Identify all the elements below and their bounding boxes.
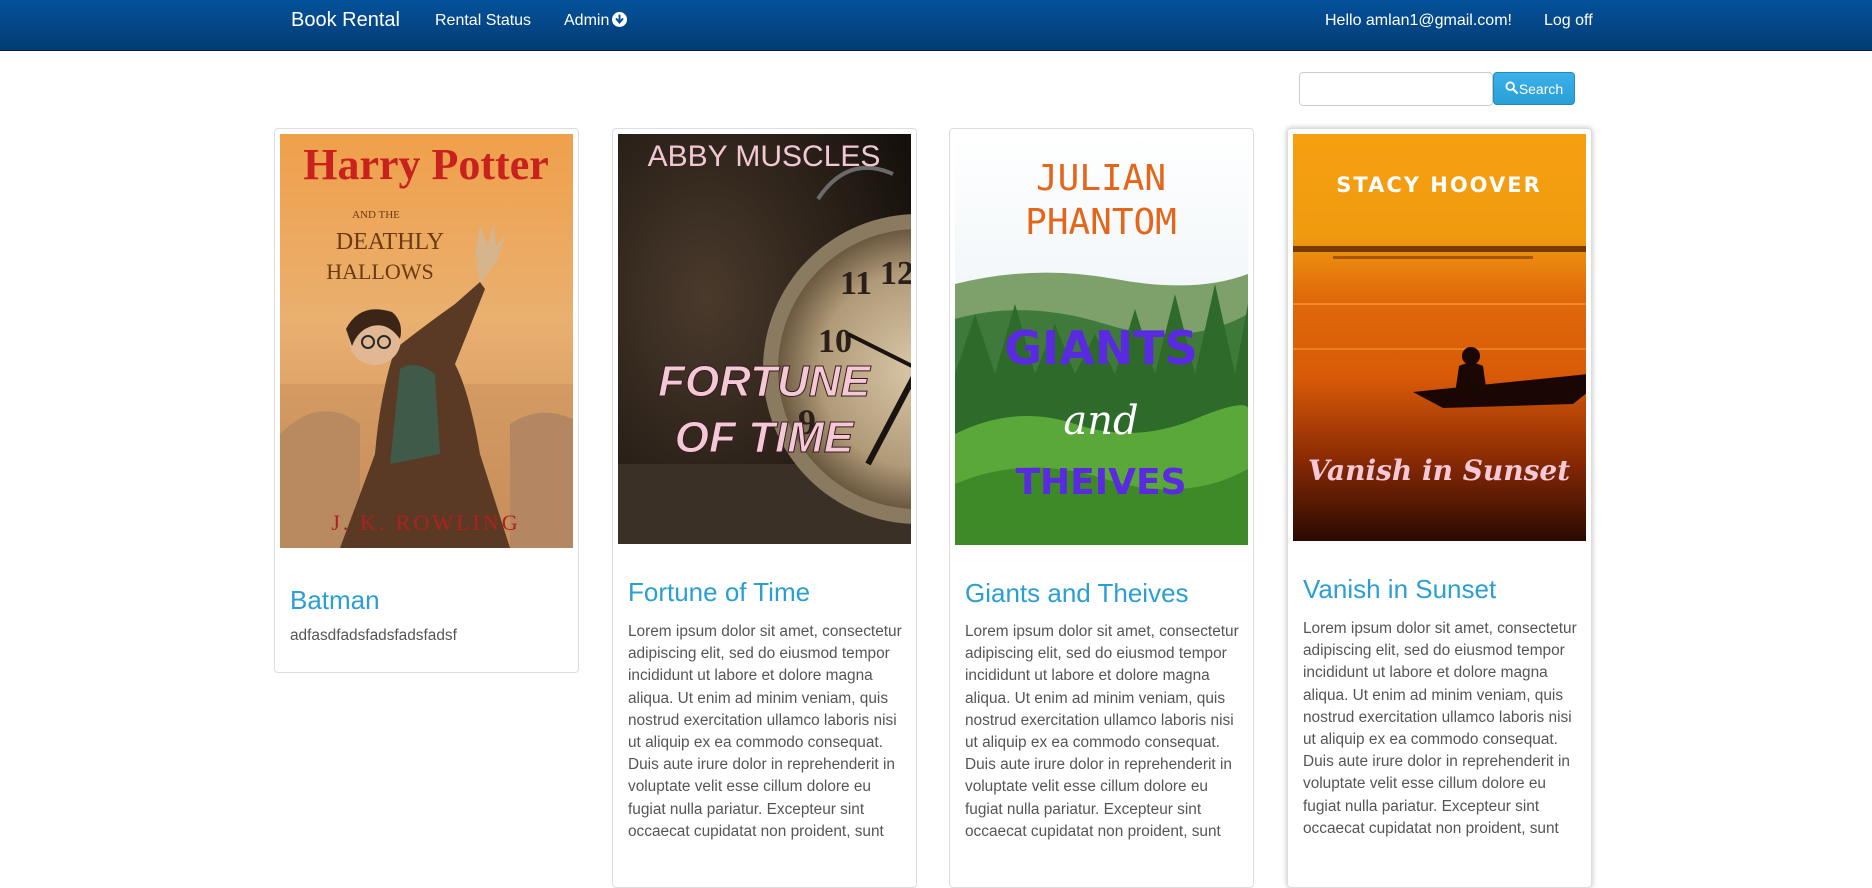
search-button[interactable]: Search [1493,72,1575,105]
svg-text:12: 12 [880,255,911,292]
book-title[interactable]: Giants and Theives [965,578,1189,609]
book-card-giants-and-theives: JULIAN PHANTOM GIANTS and THEIVES Giants… [949,128,1254,888]
book-description: Lorem ipsum dolor sit amet, consectetur … [628,623,902,840]
search-icon [1505,80,1518,97]
book-cover-image[interactable]: STACY HOOVER Vanish in Sunset [1293,134,1586,541]
book-card-fortune-of-time: 11 12 10 9 ABBY MUSCLES FORTUNE OF TIME … [612,128,917,888]
cover-author-text: ABBY MUSCLES [648,140,881,173]
cover-title-text: Harry Potter [303,140,549,189]
chevron-down-circle-icon [612,12,628,27]
cover-title-text: FORTUNE [658,357,872,406]
cover-author-text: J. K. ROWLING [331,510,520,535]
book-title[interactable]: Vanish in Sunset [1303,574,1496,605]
cover-author-text: STACY HOOVER [1336,173,1541,197]
search-input[interactable] [1299,72,1493,106]
svg-text:10: 10 [818,323,852,360]
nav-admin-dropdown[interactable]: Admin [564,12,628,30]
book-title[interactable]: Batman [290,585,380,616]
book-cover-image[interactable]: JULIAN PHANTOM GIANTS and THEIVES [955,134,1248,545]
nav-user-greeting[interactable]: Hello amlan1@gmail.com! [1325,12,1512,30]
cover-author-text: JULIAN [1036,158,1166,199]
svg-text:11: 11 [840,265,872,302]
book-card-batman: Harry Potter AND THE DEATHLY HALLOWS J. … [274,128,579,673]
cover-title-text: and [1063,398,1138,444]
nav-admin-label: Admin [564,12,610,29]
cover-title-text: HALLOWS [326,259,434,284]
nav-logoff[interactable]: Log off [1544,12,1593,30]
book-cover-image[interactable]: Harry Potter AND THE DEATHLY HALLOWS J. … [280,134,573,548]
brand-link[interactable]: Book Rental [291,9,400,32]
book-description: Lorem ipsum dolor sit amet, consectetur … [1303,620,1577,837]
book-description: Lorem ipsum dolor sit amet, consectetur … [965,623,1239,840]
top-navbar: Book Rental Rental Status Admin Hello am… [0,0,1872,51]
book-description: adfasdfadsfadsfadsfadsf [290,627,457,644]
cover-title-text: Vanish in Sunset [1308,454,1570,487]
cover-title-text: DEATHLY [336,229,444,255]
book-title[interactable]: Fortune of Time [628,577,810,608]
search-button-label: Search [1518,80,1564,97]
cover-title-text: OF TIME [675,413,855,462]
book-cover-image[interactable]: 11 12 10 9 ABBY MUSCLES FORTUNE OF TIME [618,134,911,544]
nav-rental-status[interactable]: Rental Status [435,12,531,30]
cover-title-text: AND THE [352,209,400,221]
cover-title-text: THEIVES [1015,462,1186,503]
book-card-vanish-in-sunset: STACY HOOVER Vanish in Sunset Vanish in … [1287,128,1592,888]
cover-title-text: GIANTS [1004,321,1197,375]
cover-author-text: PHANTOM [1025,202,1177,243]
